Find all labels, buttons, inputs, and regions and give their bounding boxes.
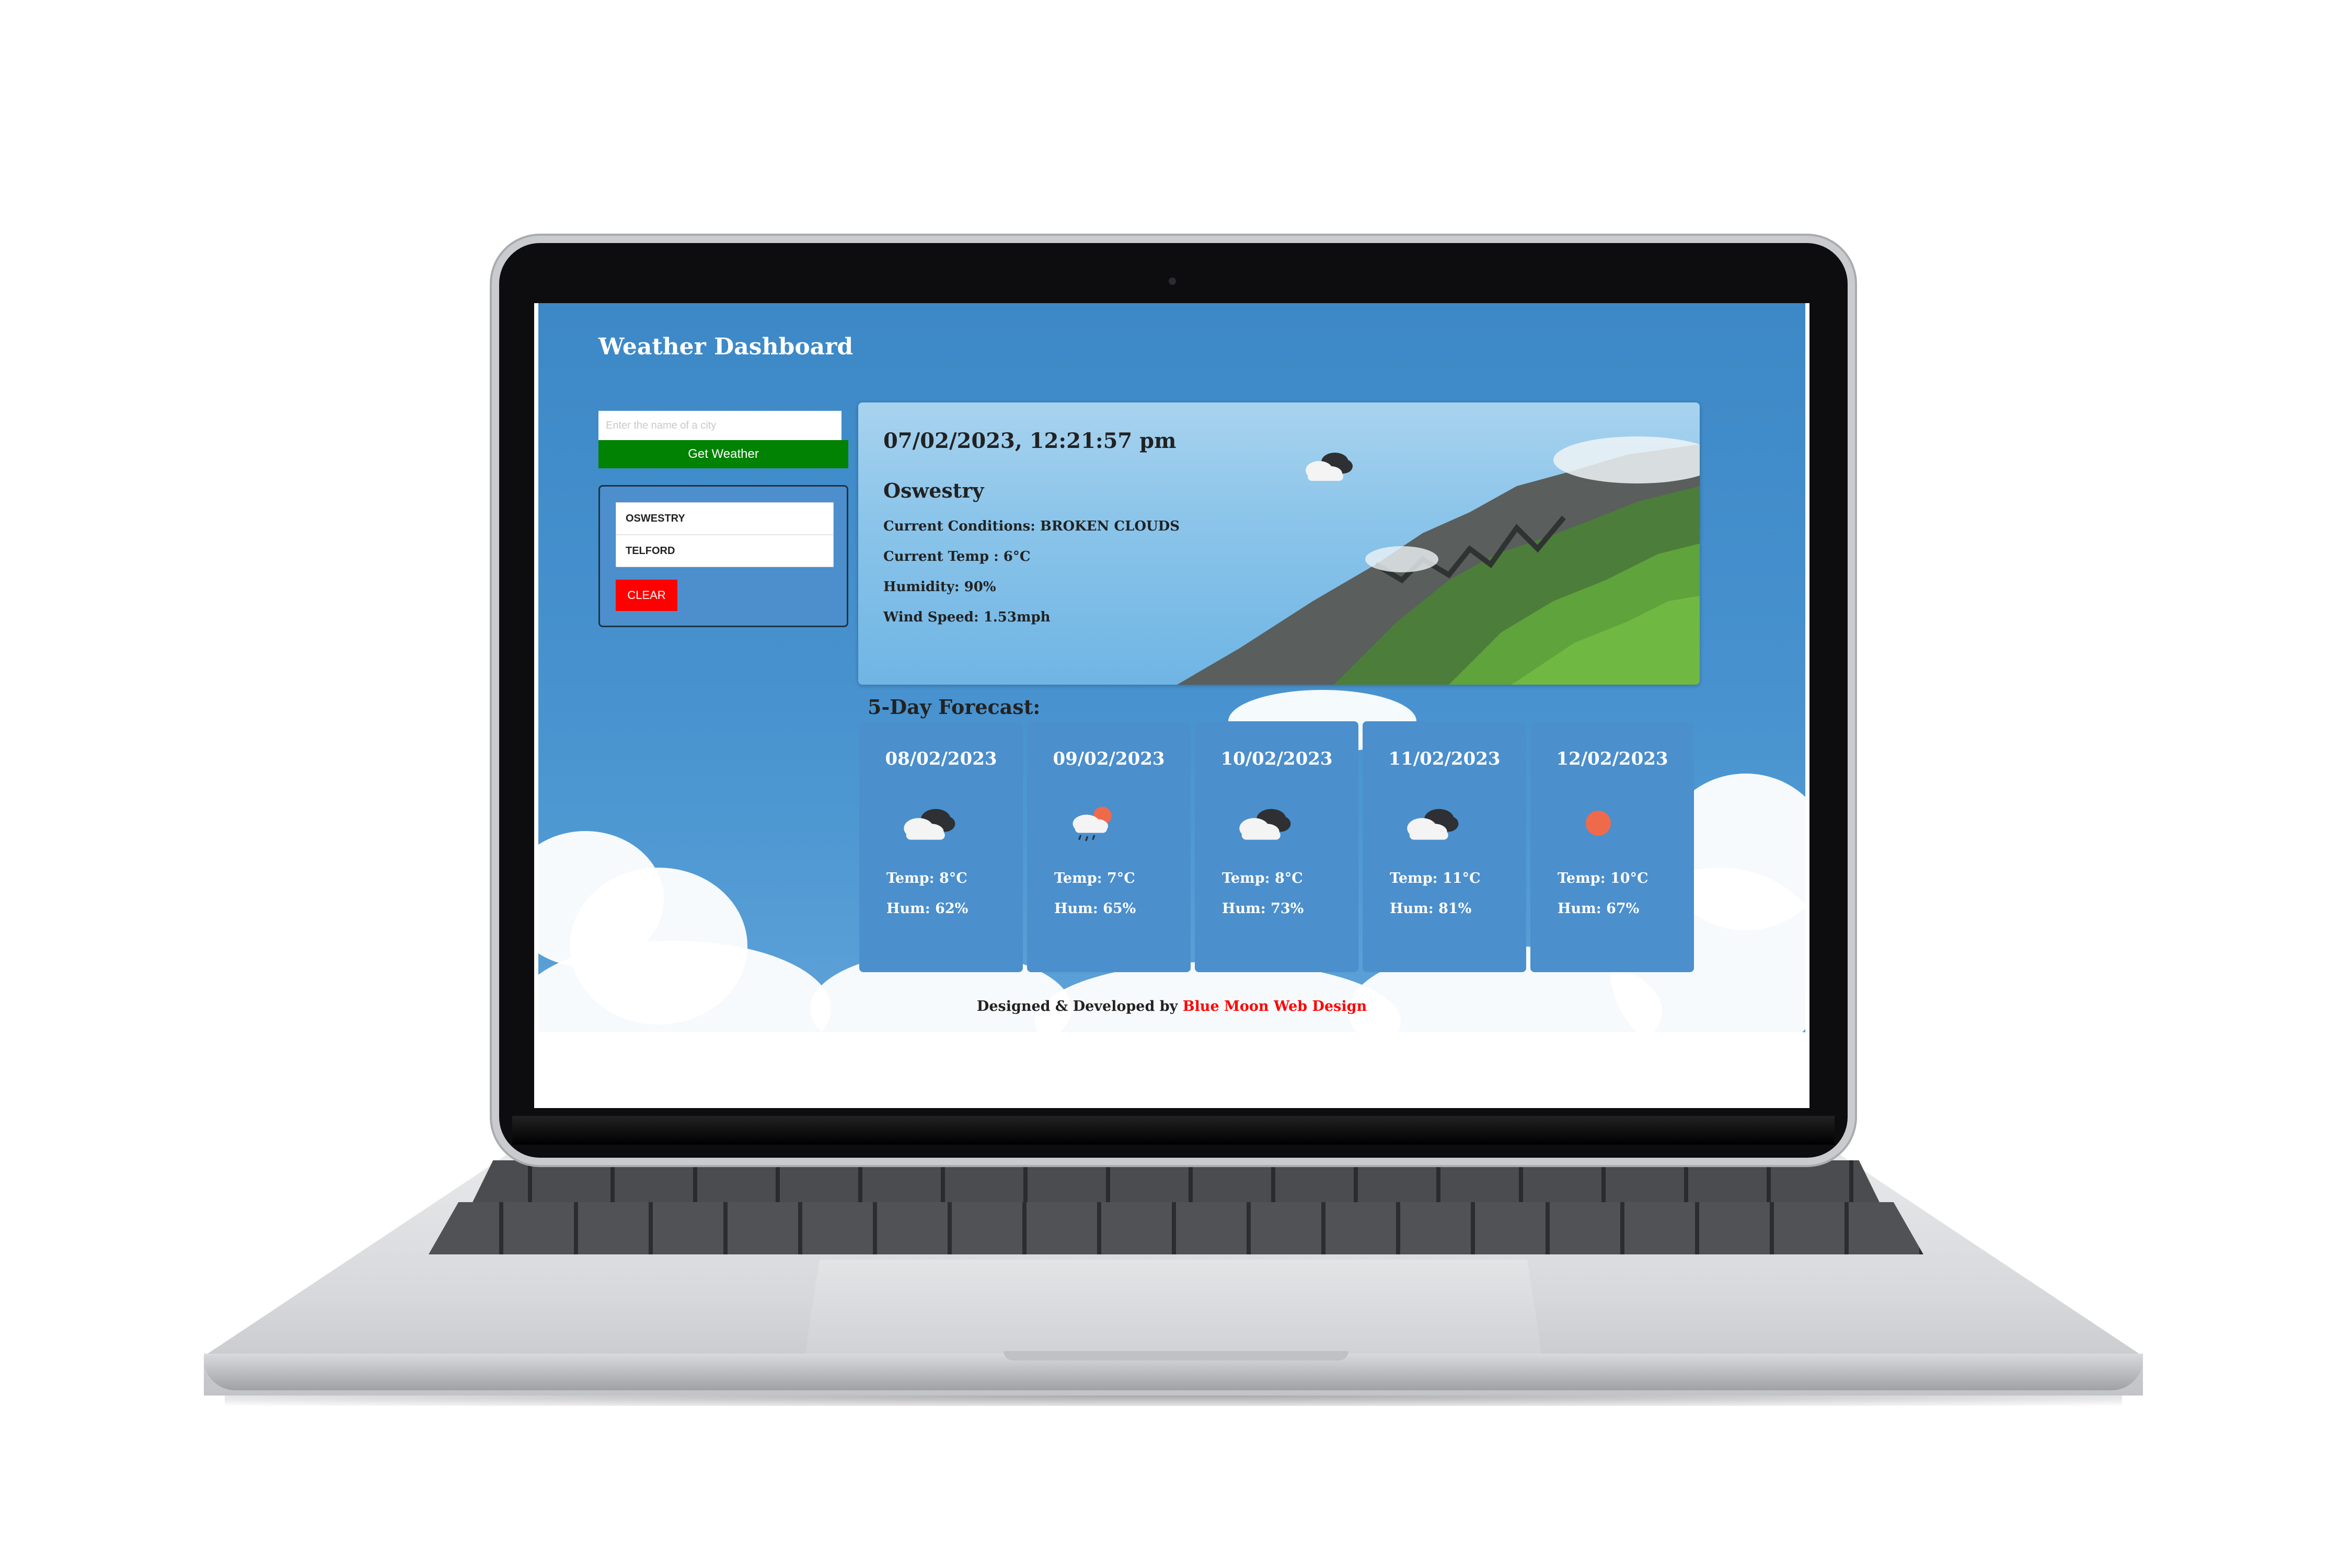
broken-clouds-icon: [1407, 809, 1459, 840]
current-city: Oswestry: [883, 479, 984, 502]
forecast-card: 12/02/2023 Temp: 10°C Hum: 67%: [1530, 721, 1694, 972]
footer-text: Designed & Developed by: [976, 998, 1178, 1014]
clear-history-button[interactable]: CLEAR: [616, 580, 677, 611]
broken-clouds-icon: [1239, 809, 1291, 840]
forecast-humidity: Hum: 62%: [886, 901, 969, 917]
forecast-title: 5-Day Forecast:: [868, 695, 1041, 719]
current-humidity: Humidity: 90%: [883, 579, 996, 595]
current-wind: Wind Speed: 1.53mph: [883, 609, 1051, 625]
forecast-card: 11/02/2023 Temp: 11°C Hum: 81%: [1363, 721, 1526, 972]
forecast-temp: Temp: 8°C: [1222, 870, 1303, 886]
forecast-temp: Temp: 11°C: [1390, 870, 1481, 886]
forecast-humidity: Hum: 67%: [1558, 901, 1640, 917]
laptop-lid-hinge: [512, 1116, 1835, 1145]
laptop-screen: Weather Dashboard Get Weather OSWESTRY T…: [534, 303, 1809, 1108]
city-search-input[interactable]: [598, 411, 841, 440]
forecast-temp: Temp: 10°C: [1558, 870, 1648, 886]
footer: Designed & Developed by Blue Moon Web De…: [538, 998, 1805, 1014]
broken-clouds-icon: [904, 809, 955, 840]
forecast-humidity: Hum: 73%: [1222, 901, 1304, 917]
history-list: OSWESTRY TELFORD: [616, 502, 834, 567]
forecast-date: 08/02/2023: [885, 748, 997, 769]
bg-cloud: [538, 941, 831, 1032]
camera-icon: [1169, 278, 1176, 285]
bg-cloud: [1035, 962, 1401, 1032]
rain-sun-icon: [1073, 806, 1112, 841]
mountain-image: [1177, 436, 1700, 685]
broken-clouds-icon: [1306, 453, 1353, 481]
forecast-humidity: Hum: 65%: [1054, 901, 1136, 917]
footer-brand-link[interactable]: Blue Moon Web Design: [1183, 998, 1367, 1014]
forecast-date: 10/02/2023: [1220, 748, 1333, 769]
forecast-date: 11/02/2023: [1388, 748, 1501, 769]
search-history-panel: OSWESTRY TELFORD CLEAR: [598, 485, 848, 627]
forecast-date: 12/02/2023: [1556, 748, 1668, 769]
current-conditions: Current Conditions: BROKEN CLOUDS: [883, 518, 1180, 534]
current-weather-card: 07/02/2023, 12:21:57 pm Oswestry Current…: [858, 402, 1700, 685]
current-temp: Current Temp : 6°C: [883, 549, 1031, 564]
laptop-trackpad: [805, 1260, 1542, 1355]
sun-icon: [1586, 811, 1611, 836]
forecast-card: 08/02/2023 Temp: 8°C Hum: 62%: [859, 721, 1023, 972]
forecast-temp: Temp: 8°C: [886, 870, 967, 886]
laptop-notch: [1004, 1351, 1348, 1361]
forecast-temp: Temp: 7°C: [1054, 870, 1135, 886]
forecast-humidity: Hum: 81%: [1390, 901, 1472, 917]
weather-page: Weather Dashboard Get Weather OSWESTRY T…: [538, 303, 1805, 1032]
forecast-card: 09/02/2023 Temp: 7°C Hum: 65%: [1027, 721, 1191, 972]
history-item-telford[interactable]: TELFORD: [616, 535, 833, 567]
forecast-card: 10/02/2023 Temp: 8°C Hum: 73%: [1195, 721, 1358, 972]
laptop-keyboard-rows: [429, 1202, 1923, 1254]
get-weather-button[interactable]: Get Weather: [598, 440, 848, 468]
forecast-date: 09/02/2023: [1053, 748, 1165, 769]
history-item-oswestry[interactable]: OSWESTRY: [616, 503, 833, 535]
current-datetime: 07/02/2023, 12:21:57 pm: [883, 429, 1177, 453]
page-title: Weather Dashboard: [598, 333, 854, 360]
